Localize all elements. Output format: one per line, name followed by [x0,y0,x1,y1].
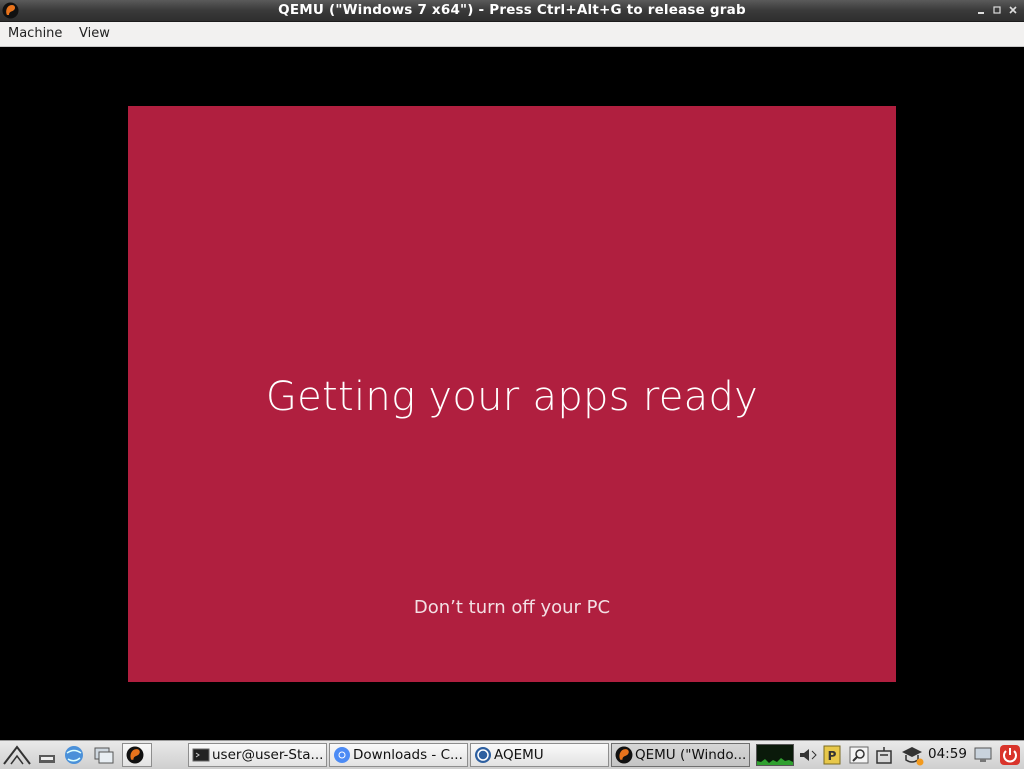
volume-icon[interactable] [797,744,819,766]
task-aqemu[interactable]: AQEMU [470,743,609,767]
qemu-icon [615,746,633,764]
task-downloads[interactable]: Downloads - C... [329,743,468,767]
cpu-monitor[interactable] [756,744,794,766]
clipboard-icon[interactable]: P [821,744,843,766]
file-manager-icon[interactable] [93,744,115,766]
minimize-button[interactable] [975,4,987,16]
close-icon [1009,6,1017,14]
restore-icon [993,6,1001,14]
task-label: QEMU ("Windo... [635,747,747,763]
task-label: Downloads - C... [353,747,463,763]
qemu-launcher-icon [126,746,144,764]
task-label: user@user-Sta... [212,747,324,763]
svg-text:P: P [828,749,837,763]
search-icon[interactable] [848,744,870,766]
window-title: QEMU ("Windows 7 x64") - Press Ctrl+Alt+… [278,2,746,18]
setup-subtext: Don’t turn off your PC [413,597,611,618]
task-terminal[interactable]: user@user-Sta... [188,743,327,767]
terminal-icon [192,748,210,762]
power-icon[interactable] [999,744,1021,766]
minimize-icon [978,12,984,14]
network-icon[interactable] [873,744,895,766]
menu-bar: Machine View [0,22,1024,47]
taskbar: user@user-Sta... Downloads - C... AQEMU … [0,740,1024,769]
vm-display[interactable]: Getting your apps ready Don’t turn off y… [128,106,896,682]
aqemu-icon [475,747,491,763]
restore-button[interactable] [991,4,1003,16]
setup-heading: Getting your apps ready [265,374,759,420]
task-qemu[interactable]: QEMU ("Windo... [611,743,750,767]
task-label: AQEMU [494,747,544,763]
menu-view[interactable]: View [79,26,110,41]
browser-icon[interactable] [63,744,85,766]
show-desktop-icon[interactable] [36,744,58,766]
close-button[interactable] [1007,4,1019,16]
cpu-graph-icon [757,758,793,765]
update-icon[interactable] [899,744,925,766]
display-settings-icon[interactable] [972,744,994,766]
clock[interactable]: 04:59 [928,746,967,762]
qemu-launcher-button[interactable] [122,743,152,767]
window-titlebar[interactable]: QEMU ("Windows 7 x64") - Press Ctrl+Alt+… [0,0,1024,22]
start-menu-icon[interactable] [2,744,32,766]
chromium-icon [334,747,350,763]
menu-machine[interactable]: Machine [8,26,62,41]
